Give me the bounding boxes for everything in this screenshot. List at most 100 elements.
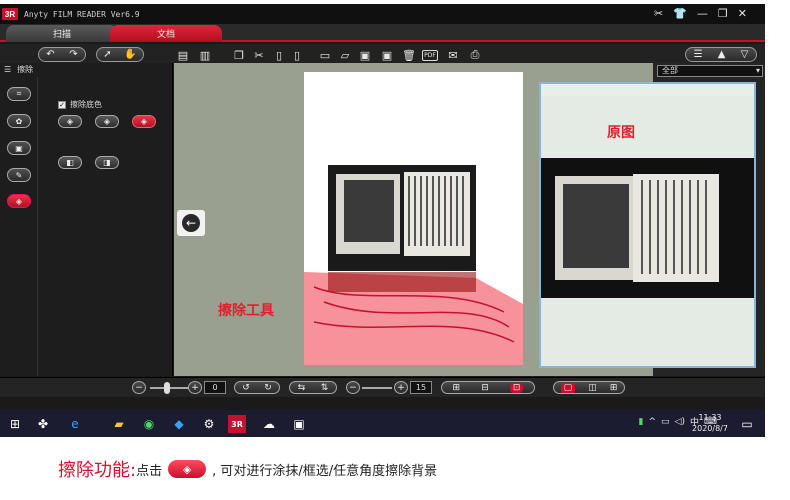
- hand-icon[interactable]: ✋: [124, 49, 136, 60]
- chat-icon[interactable]: ☁: [260, 415, 278, 433]
- view-toggle-group: ☰ ▲ ▽: [685, 47, 757, 62]
- rotate-slider[interactable]: [150, 387, 190, 389]
- menu-icon[interactable]: ☰: [4, 65, 11, 74]
- shield-icon[interactable]: ◆: [170, 415, 188, 433]
- fan-icon[interactable]: ✤: [34, 415, 52, 433]
- filter-dropdown-value: 全部: [662, 66, 678, 75]
- cut-icon[interactable]: ✂: [252, 48, 266, 62]
- maximize-button[interactable]: ❐: [718, 7, 728, 20]
- tray-expand-icon[interactable]: ^: [648, 417, 656, 427]
- rotate-right-icon[interactable]: ↻: [264, 383, 272, 393]
- volume-icon[interactable]: ◁): [675, 417, 685, 427]
- mode-tabs: 扫描 文档: [0, 24, 765, 42]
- open-folder-icon[interactable]: ▱: [338, 48, 352, 62]
- tools-icon[interactable]: ✂: [654, 7, 663, 20]
- export-icon[interactable]: ▽: [741, 49, 749, 60]
- eraser-active-button[interactable]: ◈: [132, 115, 156, 128]
- rotate-group: ↺ ↻: [234, 381, 280, 394]
- skin-icon[interactable]: 👕: [673, 7, 687, 20]
- eraser-tool-annotation: 擦除工具: [218, 303, 274, 319]
- filter-dropdown[interactable]: 全部 ▾: [657, 65, 763, 77]
- edit-panel-title: 擦除: [17, 65, 34, 74]
- erase-stroke-dark: [328, 272, 476, 292]
- rotate-left-icon[interactable]: ↺: [242, 383, 250, 393]
- single-page-icon[interactable]: ▢: [560, 382, 576, 393]
- settings-icon[interactable]: ⚙: [200, 415, 218, 433]
- color-tool-button[interactable]: ✿: [7, 114, 31, 128]
- edge-icon[interactable]: e: [66, 415, 84, 433]
- eraser-box-button[interactable]: ◧: [58, 156, 82, 169]
- printer-scan-icon[interactable]: ▥: [198, 48, 212, 62]
- tab-document[interactable]: 文档: [110, 25, 222, 42]
- battery-icon[interactable]: ▮: [639, 417, 644, 427]
- actual-size-icon[interactable]: ⊞: [453, 383, 461, 393]
- zoom-minus-button[interactable]: −: [346, 381, 360, 394]
- flip-group: ⇆ ⇅: [289, 381, 337, 394]
- back-button[interactable]: ←: [177, 210, 205, 236]
- crop-tool-button[interactable]: ⌗: [7, 87, 31, 101]
- edit-panel-header: ☰ 擦除: [0, 63, 172, 76]
- zoom-value[interactable]: 15: [410, 381, 432, 394]
- double-page-icon[interactable]: ◫: [588, 383, 597, 393]
- taskbar-date: 2020/8/7: [692, 424, 728, 433]
- page-left-icon[interactable]: ▯: [272, 48, 286, 62]
- browser-icon[interactable]: ◉: [140, 415, 158, 433]
- rotate-slider-handle[interactable]: [164, 382, 170, 394]
- page-right-icon[interactable]: ▯: [290, 48, 304, 62]
- tab-scan[interactable]: 扫描: [6, 25, 118, 42]
- flip-vertical-icon[interactable]: ⇅: [321, 383, 329, 393]
- eraser-brush-button[interactable]: ◈: [58, 115, 82, 128]
- zoom-slider[interactable]: [362, 387, 392, 389]
- save-icon[interactable]: ▣: [358, 48, 372, 62]
- erase-background-checkbox[interactable]: ✓ 擦除底色: [58, 99, 102, 110]
- redo-icon[interactable]: ↷: [69, 49, 77, 60]
- notification-icon[interactable]: ▭: [738, 415, 756, 433]
- caption-title: 擦除功能:: [58, 460, 137, 481]
- left-page-photo: [344, 180, 394, 242]
- scanner-icon[interactable]: ▤: [176, 48, 190, 62]
- folder-icon[interactable]: ▰: [110, 415, 128, 433]
- minimize-button[interactable]: —: [697, 7, 708, 20]
- film-reader-taskbar-icon[interactable]: 3R: [228, 415, 246, 433]
- print-icon[interactable]: ⎙: [468, 48, 482, 62]
- pointer-icon[interactable]: ➚: [103, 49, 111, 60]
- grid-page-icon[interactable]: ⊞: [610, 383, 618, 393]
- undo-icon[interactable]: ↶: [46, 49, 54, 60]
- right-page-text: [404, 172, 470, 256]
- original-image-label: 原图: [607, 125, 635, 141]
- caption-prefix: 点击: [136, 463, 163, 479]
- eraser-free-button[interactable]: ◨: [95, 156, 119, 169]
- checkbox-box[interactable]: ✓: [58, 100, 66, 109]
- document-page[interactable]: [304, 72, 523, 365]
- fit-page-icon[interactable]: ⊡: [509, 382, 524, 393]
- list-view-icon[interactable]: ☰: [694, 49, 703, 60]
- app-logo: 3R: [2, 8, 18, 20]
- window-controls: ✂ 👕 — ❐ ✕: [654, 7, 747, 20]
- eraser-tool-button[interactable]: ◈: [7, 194, 31, 208]
- zoom-plus-button[interactable]: +: [394, 381, 408, 394]
- save-as-icon[interactable]: ▣: [380, 48, 394, 62]
- wrench-tool-button[interactable]: ✎: [7, 168, 31, 182]
- taskbar-clock[interactable]: 11:33 2020/8/7: [690, 412, 730, 434]
- image-tool-button[interactable]: ▣: [7, 141, 31, 155]
- zoom-out-button[interactable]: −: [132, 381, 146, 394]
- new-file-icon[interactable]: ▭: [318, 48, 332, 62]
- flip-horizontal-icon[interactable]: ⇆: [298, 383, 306, 393]
- network-icon[interactable]: ▭: [661, 417, 670, 427]
- fit-width-icon[interactable]: ⊟: [481, 383, 489, 393]
- copy-icon[interactable]: ❐: [232, 48, 246, 62]
- close-button[interactable]: ✕: [738, 7, 747, 20]
- taskbar-time: 11:33: [698, 413, 722, 422]
- image-view-icon[interactable]: ▲: [718, 49, 726, 60]
- app-title: Anyty FILM READER Ver6.9: [24, 9, 140, 19]
- image-app-icon[interactable]: ▣: [290, 415, 308, 433]
- original-image: [541, 84, 754, 366]
- windows-start-icon[interactable]: ⊞: [6, 415, 24, 433]
- chevron-down-icon: ▾: [755, 66, 760, 75]
- rotate-value[interactable]: 0: [204, 381, 226, 394]
- zoom-in-button[interactable]: +: [188, 381, 202, 394]
- email-icon[interactable]: ✉: [446, 48, 460, 62]
- pdf-icon[interactable]: PDF: [422, 50, 438, 61]
- eraser-soft-button[interactable]: ◈: [95, 115, 119, 128]
- delete-icon[interactable]: 🗑: [402, 48, 416, 62]
